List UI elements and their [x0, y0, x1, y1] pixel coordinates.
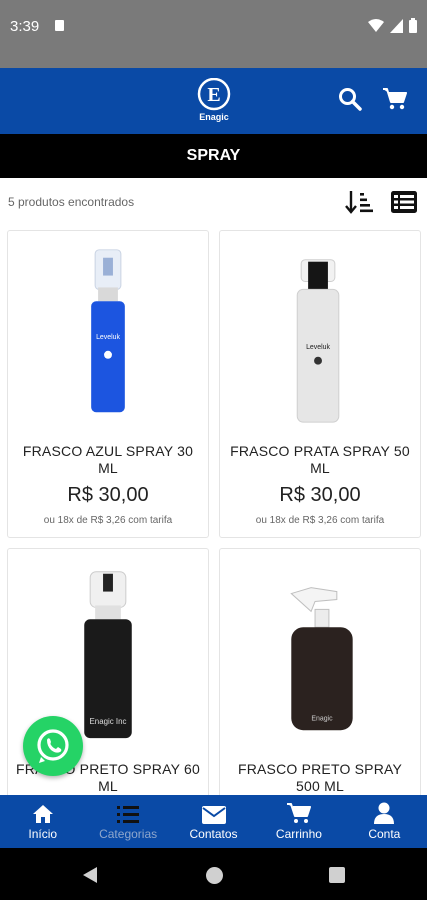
nav-label: Contatos — [189, 827, 238, 841]
product-installments: ou 18x de R$ 3,26 com tarifa — [255, 515, 385, 526]
product-image[interactable]: Leveluk — [220, 231, 420, 431]
sort-icon[interactable] — [345, 188, 373, 216]
product-name[interactable]: FRASCO PRATA SPRAY 50 ML — [226, 443, 414, 477]
nav-carrinho[interactable]: Carrinho — [256, 795, 341, 848]
whatsapp-icon — [37, 729, 69, 763]
back-icon[interactable] — [82, 866, 98, 884]
product-card[interactable]: Leveluk FRASCO PRATA SPRAY 50 ML R$ 30,0… — [219, 230, 421, 538]
product-price: R$ 30,00 — [279, 484, 361, 506]
bottle-label: Enagic Inc — [90, 717, 127, 726]
app-header: E Enagic — [0, 68, 427, 134]
product-card[interactable]: Enagic FRASCO PRETO SPRAY 500 ML — [219, 548, 421, 808]
results-count: 5 produtos encontrados — [8, 195, 135, 209]
product-card[interactable]: Leveluk FRASCO AZUL SPRAY 30 ML R$ 30,00… — [7, 230, 209, 538]
nav-contatos[interactable]: Contatos — [171, 795, 256, 848]
nav-label: Conta — [368, 827, 401, 841]
nav-label: Início — [28, 827, 58, 841]
bottom-navigation: Início Categorias Contatos Carrinho Cont… — [0, 795, 427, 848]
user-icon — [374, 802, 395, 824]
status-bar: 3:39 — [0, 0, 427, 68]
product-image[interactable]: Leveluk — [8, 231, 208, 431]
results-toolbar: 5 produtos encontrados — [0, 184, 427, 220]
nav-conta[interactable]: Conta — [342, 795, 427, 848]
svg-text:Enagic: Enagic — [199, 112, 229, 122]
home-circle-icon[interactable] — [206, 867, 223, 884]
list-icon — [117, 806, 140, 823]
status-icons — [368, 18, 417, 33]
bottle-label: Leveluk — [96, 334, 120, 341]
product-price: R$ 30,00 — [67, 484, 149, 506]
nav-inicio[interactable]: Início — [0, 795, 85, 848]
product-installments: ou 18x de R$ 3,26 com tarifa — [43, 515, 173, 526]
enagic-logo[interactable]: E Enagic — [194, 77, 234, 124]
wifi-icon — [368, 18, 384, 32]
recent-apps-icon[interactable] — [329, 867, 345, 883]
product-image[interactable]: Enagic — [220, 549, 420, 749]
status-time: 3:39 — [10, 18, 40, 35]
sd-card-icon — [55, 20, 64, 31]
product-name[interactable]: FRASCO AZUL SPRAY 30 ML — [14, 443, 202, 477]
svg-text:E: E — [207, 84, 220, 106]
home-icon — [32, 805, 53, 823]
bottle-label: Enagic — [311, 715, 333, 722]
cart-icon[interactable] — [383, 88, 407, 110]
mail-icon — [201, 806, 226, 824]
nav-categorias[interactable]: Categorias — [85, 795, 170, 848]
page-title: SPRAY — [186, 147, 241, 164]
list-view-icon[interactable] — [390, 189, 418, 215]
battery-icon — [409, 18, 417, 33]
nav-label: Categorias — [99, 827, 158, 841]
signal-icon — [390, 18, 403, 33]
nav-label: Carrinho — [275, 827, 322, 841]
cart-icon — [286, 803, 311, 823]
whatsapp-button[interactable] — [23, 716, 83, 776]
search-icon[interactable] — [338, 87, 362, 111]
product-name[interactable]: FRASCO PRETO SPRAY 500 ML — [226, 761, 414, 795]
category-title-bar: SPRAY — [0, 134, 427, 178]
bottle-label: Leveluk — [306, 344, 330, 351]
